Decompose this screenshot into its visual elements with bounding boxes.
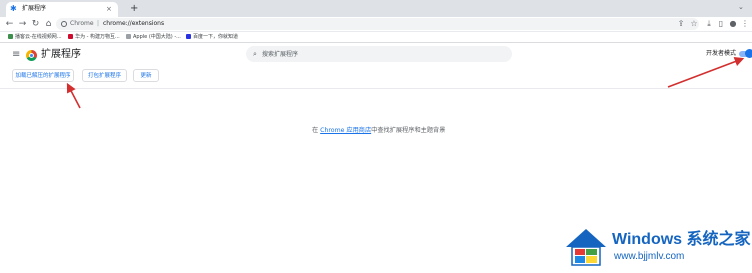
arrow-to-dev-mode: [667, 57, 745, 88]
bookmark-item[interactable]: 播客云-在线视频网...: [8, 32, 62, 42]
share-icon[interactable]: ⇪: [676, 17, 686, 31]
bookmark-icon: [8, 34, 13, 39]
hamburger-menu-icon[interactable]: ≡: [12, 50, 20, 60]
empty-state-message: 在 Chrome 应用商店中查找扩展程序和主题背景: [312, 127, 446, 134]
reload-button[interactable]: ↻: [30, 17, 41, 31]
back-button[interactable]: ←: [4, 17, 15, 31]
dev-mode-label: 开发者模式: [706, 50, 737, 57]
more-menu-icon[interactable]: ⋮: [740, 17, 750, 31]
download-icon[interactable]: ⤓: [704, 17, 714, 31]
new-tab-button[interactable]: +: [130, 3, 138, 14]
page-title: 扩展程序: [41, 49, 81, 60]
bookmark-icon: [126, 34, 131, 39]
omnibox-separator: |: [97, 20, 100, 27]
tab-title: 扩展程序: [22, 5, 47, 12]
update-button[interactable]: 更新: [133, 69, 159, 82]
pack-extension-button[interactable]: 打包扩展程序: [82, 69, 127, 82]
webstore-link[interactable]: Chrome 应用商店: [320, 127, 371, 134]
profile-icon[interactable]: ●: [728, 17, 738, 31]
star-icon[interactable]: ☆: [689, 17, 699, 31]
sidepanel-icon[interactable]: ▯: [716, 17, 726, 31]
search-input[interactable]: [262, 47, 502, 61]
omnibox-label: Chrome: [70, 20, 94, 27]
bookmark-item[interactable]: 百度一下，你就知道: [186, 32, 238, 42]
search-icon: ⌕: [253, 50, 257, 58]
home-button[interactable]: ⌂: [43, 17, 54, 31]
chevron-down-icon[interactable]: ⌄: [738, 3, 744, 11]
header-divider: [0, 88, 752, 89]
dev-mode-toggle-knob[interactable]: [745, 49, 752, 58]
load-unpacked-button[interactable]: 加载已解压的扩展程序: [12, 69, 74, 82]
bookmark-item[interactable]: 华为 - 构建万物互...: [68, 32, 120, 42]
chrome-logo-center: [29, 53, 34, 58]
puzzle-icon: ✱: [10, 4, 17, 13]
tab-extensions[interactable]: ✱ 扩展程序 ×: [6, 2, 118, 17]
close-icon[interactable]: ×: [106, 4, 112, 14]
watermark-title: Windows 系统之家: [612, 231, 751, 248]
chrome-icon: [61, 21, 67, 27]
url-text[interactable]: chrome://extensions: [103, 18, 164, 30]
bookmark-item[interactable]: Apple (中国大陆) -...: [126, 32, 181, 42]
bookmark-icon: [186, 34, 191, 39]
windows-logo-watermark: [566, 229, 606, 266]
watermark-url: www.bjjmlv.com: [614, 251, 685, 262]
forward-button[interactable]: →: [17, 17, 28, 31]
bookmark-icon: [68, 34, 73, 39]
